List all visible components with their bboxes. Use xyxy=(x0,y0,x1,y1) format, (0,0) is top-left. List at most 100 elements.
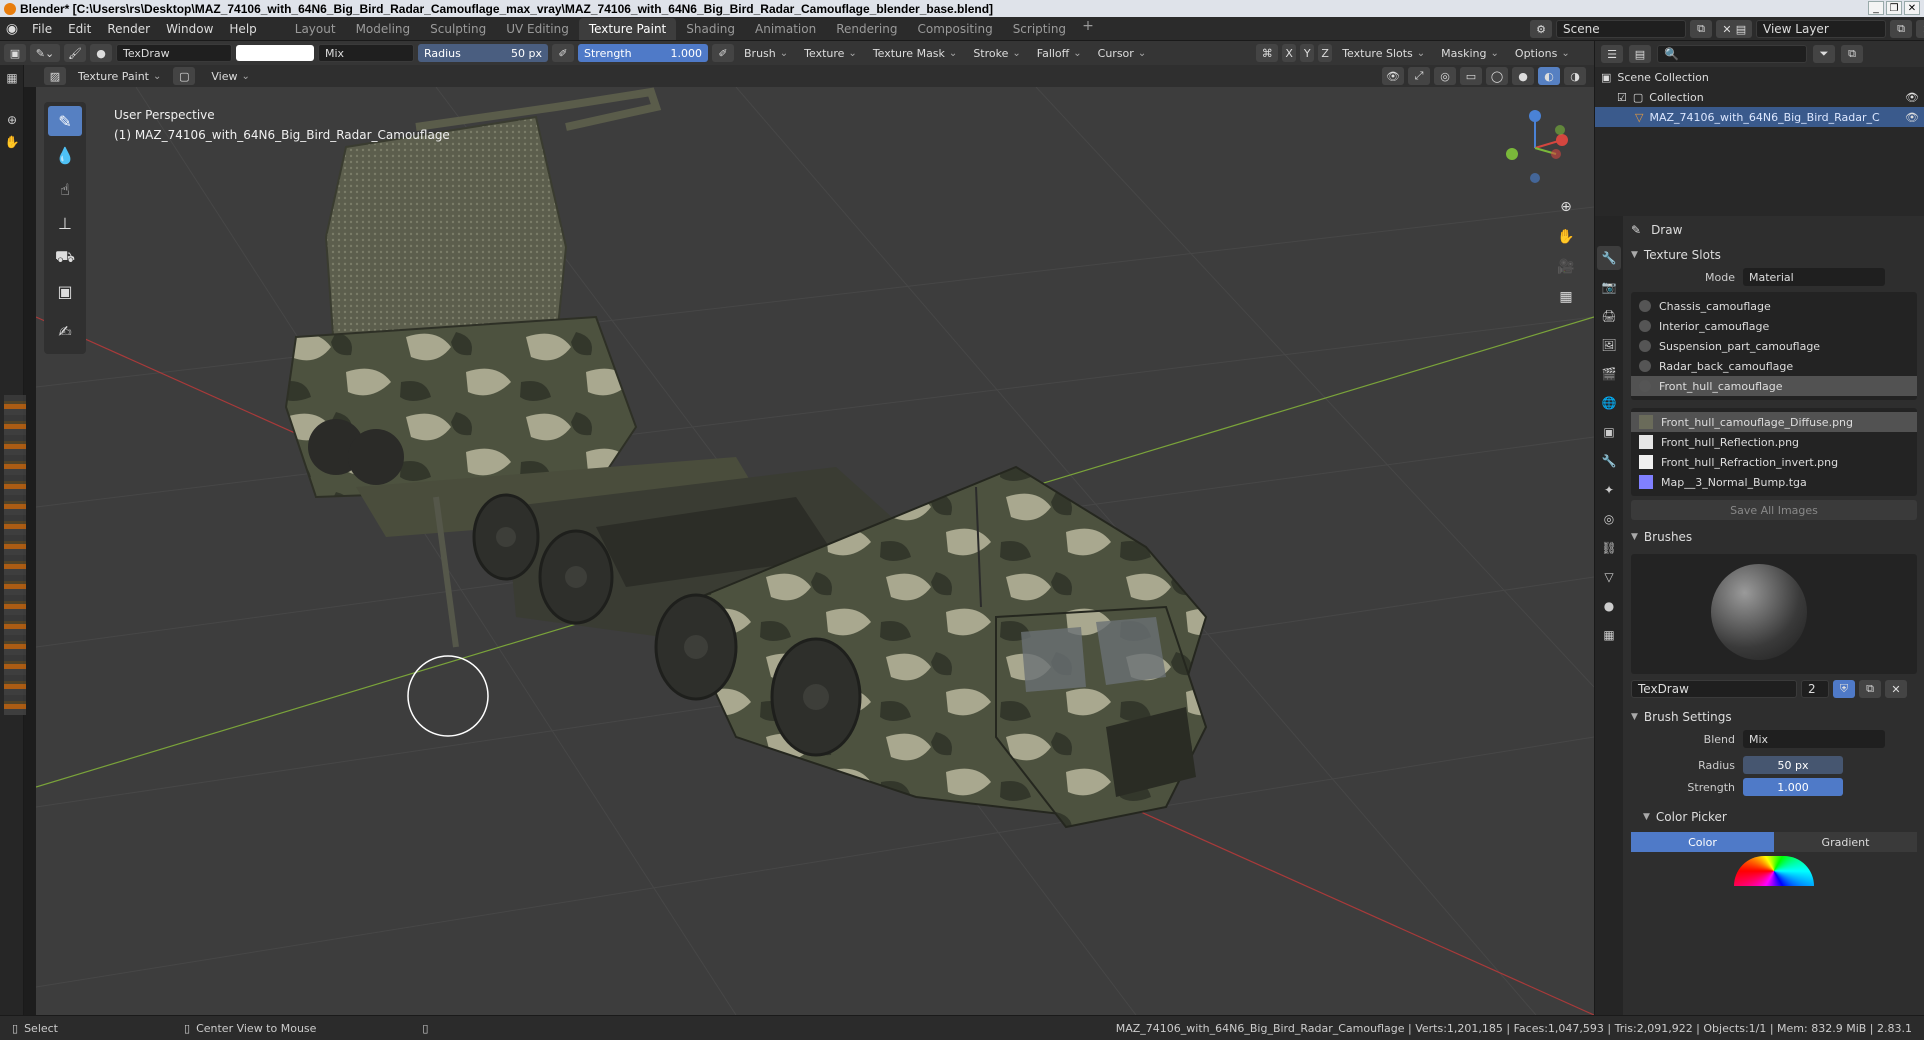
outliner-scene-collection[interactable]: ▣ Scene Collection xyxy=(1595,67,1924,87)
pan-hand-icon[interactable]: ✋ xyxy=(2,133,22,151)
list-item[interactable]: Front_hull_Refraction_invert.png xyxy=(1631,452,1917,472)
brush-dropdown[interactable]: Brush xyxy=(738,44,794,62)
camera-icon[interactable]: 🎥 xyxy=(1553,254,1579,280)
menu-help[interactable]: Help xyxy=(221,22,264,36)
view-layer-tab-icon[interactable]: 🖼 xyxy=(1597,333,1621,357)
tab-modeling[interactable]: Modeling xyxy=(346,18,421,40)
list-item[interactable]: Radar_back_camouflage xyxy=(1631,356,1917,376)
add-workspace-button[interactable]: + xyxy=(1076,18,1100,40)
new-view-layer-icon[interactable]: ⧉ xyxy=(1890,20,1912,38)
output-tab-icon[interactable]: 🖨 xyxy=(1597,304,1621,328)
annotate-tool-icon[interactable]: ✍ xyxy=(48,316,82,346)
mirror-y-toggle[interactable]: Y xyxy=(1300,44,1315,62)
tab-rendering[interactable]: Rendering xyxy=(826,18,907,40)
menu-file[interactable]: File xyxy=(24,22,60,36)
falloff-dropdown[interactable]: Falloff xyxy=(1031,44,1088,62)
filter-icon[interactable]: ⏷ xyxy=(1813,45,1835,63)
modifier-tab-icon[interactable]: 🔧 xyxy=(1597,449,1621,473)
list-item[interactable]: Map__3_Normal_Bump.tga xyxy=(1631,472,1917,492)
clone-tool-icon[interactable]: ⊥ xyxy=(48,208,82,238)
radius-field[interactable]: 50 px xyxy=(1743,756,1843,774)
data-tab-icon[interactable]: ▽ xyxy=(1597,565,1621,589)
outliner-editor-icon[interactable]: ☰ xyxy=(1601,45,1623,63)
tab-gradient[interactable]: Gradient xyxy=(1774,832,1917,852)
ortho-grid-icon[interactable]: ▦ xyxy=(1553,284,1579,310)
brush-datablock-field[interactable]: TexDraw xyxy=(1631,680,1797,698)
radius-slider[interactable]: Radius 50 px xyxy=(418,44,548,62)
object-visibility-eye-icon[interactable]: 👁 xyxy=(1905,111,1919,124)
world-tab-icon[interactable]: 🌐 xyxy=(1597,391,1621,415)
render-tab-icon[interactable]: 📷 xyxy=(1597,275,1621,299)
tab-scripting[interactable]: Scripting xyxy=(1003,18,1076,40)
gizmo-toggle-icon[interactable]: ⤢ xyxy=(1408,67,1430,85)
cursor-dropdown[interactable]: Cursor xyxy=(1092,44,1153,62)
tab-sculpting[interactable]: Sculpting xyxy=(420,18,496,40)
duplicate-brush-icon[interactable]: ⧉ xyxy=(1859,680,1881,698)
texture-dropdown[interactable]: Texture xyxy=(798,44,863,62)
brush-settings-panel-header[interactable]: ▼ Brush Settings xyxy=(1623,706,1924,728)
close-icon[interactable]: ✕ xyxy=(1904,1,1920,15)
scene-name-field[interactable]: Scene xyxy=(1556,20,1686,38)
display-mode-icon[interactable]: ▤ xyxy=(1629,45,1651,63)
menu-render[interactable]: Render xyxy=(99,22,158,36)
zoom-icon[interactable]: ⊕ xyxy=(1553,194,1579,220)
paint-brush-icon[interactable]: 🖌 xyxy=(64,44,86,62)
pan-icon[interactable]: ✋ xyxy=(1553,224,1579,250)
fill-tool-icon[interactable]: ⛟ xyxy=(48,242,82,272)
collection-checkbox-icon[interactable]: ☑ xyxy=(1617,91,1627,104)
color-wheel[interactable] xyxy=(1734,856,1814,886)
tab-layout[interactable]: Layout xyxy=(285,18,346,40)
blend-mode-select[interactable]: Mix xyxy=(318,44,414,62)
tab-color[interactable]: Color xyxy=(1631,832,1774,852)
minimize-icon[interactable]: _ xyxy=(1868,1,1884,15)
shading-material-icon[interactable]: ◐ xyxy=(1538,67,1560,85)
menu-edit[interactable]: Edit xyxy=(60,22,99,36)
brush-color-swatch[interactable] xyxy=(236,45,314,61)
mode-select[interactable]: Material xyxy=(1743,268,1885,286)
strength-pressure-icon[interactable]: ✐ xyxy=(712,44,734,62)
constraints-tab-icon[interactable]: ⛓ xyxy=(1597,536,1621,560)
list-item[interactable]: Interior_camouflage xyxy=(1631,316,1917,336)
xray-toggle-icon[interactable]: ▭ xyxy=(1460,67,1482,85)
physics-tab-icon[interactable]: ◎ xyxy=(1597,507,1621,531)
mask-tool-icon[interactable]: ▣ xyxy=(48,276,82,306)
list-item-active[interactable]: Front_hull_camouflage_Diffuse.png xyxy=(1631,412,1917,432)
outliner-collection[interactable]: ☑ ▢ Collection 👁 xyxy=(1595,87,1924,107)
brush-tool-icon[interactable]: ✎⌄ xyxy=(30,44,60,62)
options-dropdown[interactable]: Options xyxy=(1509,44,1576,62)
mode-select[interactable]: Texture Paint xyxy=(72,67,167,85)
masking-dropdown[interactable]: Masking xyxy=(1435,44,1505,62)
draw-tool-icon[interactable]: ✎ xyxy=(48,106,82,136)
tab-texture-paint[interactable]: Texture Paint xyxy=(578,17,677,40)
material-tab-icon[interactable]: ● xyxy=(1597,594,1621,618)
navigation-gizmo[interactable] xyxy=(1500,108,1570,188)
list-item[interactable]: Front_hull_Reflection.png xyxy=(1631,432,1917,452)
outliner-object-row[interactable]: ▽ MAZ_74106_with_64N6_Big_Bird_Radar_C 👁 xyxy=(1595,107,1924,127)
scene-icon[interactable]: ⚙ xyxy=(1530,20,1552,38)
tab-uv-editing[interactable]: UV Editing xyxy=(496,18,579,40)
mirror-icon[interactable]: ⌘ xyxy=(1256,44,1279,62)
particles-tab-icon[interactable]: ✦ xyxy=(1597,478,1621,502)
zoom-region-icon[interactable]: ⊕ xyxy=(2,111,22,129)
strength-field[interactable]: 1.000 xyxy=(1743,778,1843,796)
save-all-images-button[interactable]: Save All Images xyxy=(1631,500,1917,520)
view-menu[interactable]: View xyxy=(201,67,256,85)
blend-select[interactable]: Mix xyxy=(1743,730,1885,748)
new-scene-icon[interactable]: ⧉ xyxy=(1690,20,1712,38)
overlay-toggle-icon[interactable]: ◎ xyxy=(1434,67,1456,85)
view-layer-icon[interactable]: ▤ xyxy=(1730,20,1752,38)
radius-pressure-icon[interactable]: ✐ xyxy=(552,44,574,62)
tab-compositing[interactable]: Compositing xyxy=(907,18,1002,40)
delete-view-layer-icon[interactable]: ✕ xyxy=(1916,20,1924,38)
stroke-dropdown[interactable]: Stroke xyxy=(967,44,1026,62)
texture-tab-icon[interactable]: ▦ xyxy=(1597,623,1621,647)
scene-tab-icon[interactable]: 🎬 xyxy=(1597,362,1621,386)
list-item[interactable]: Suspension_part_camouflage xyxy=(1631,336,1917,356)
menu-window[interactable]: Window xyxy=(158,22,221,36)
unlink-brush-icon[interactable]: ✕ xyxy=(1885,680,1907,698)
grid-icon[interactable]: ▦ xyxy=(2,69,22,87)
list-item[interactable]: Chassis_camouflage xyxy=(1631,296,1917,316)
smear-tool-icon[interactable]: ☝ xyxy=(48,174,82,204)
mirror-z-toggle[interactable]: Z xyxy=(1318,44,1333,62)
paint-mask-icon[interactable]: ▢ xyxy=(173,67,196,85)
